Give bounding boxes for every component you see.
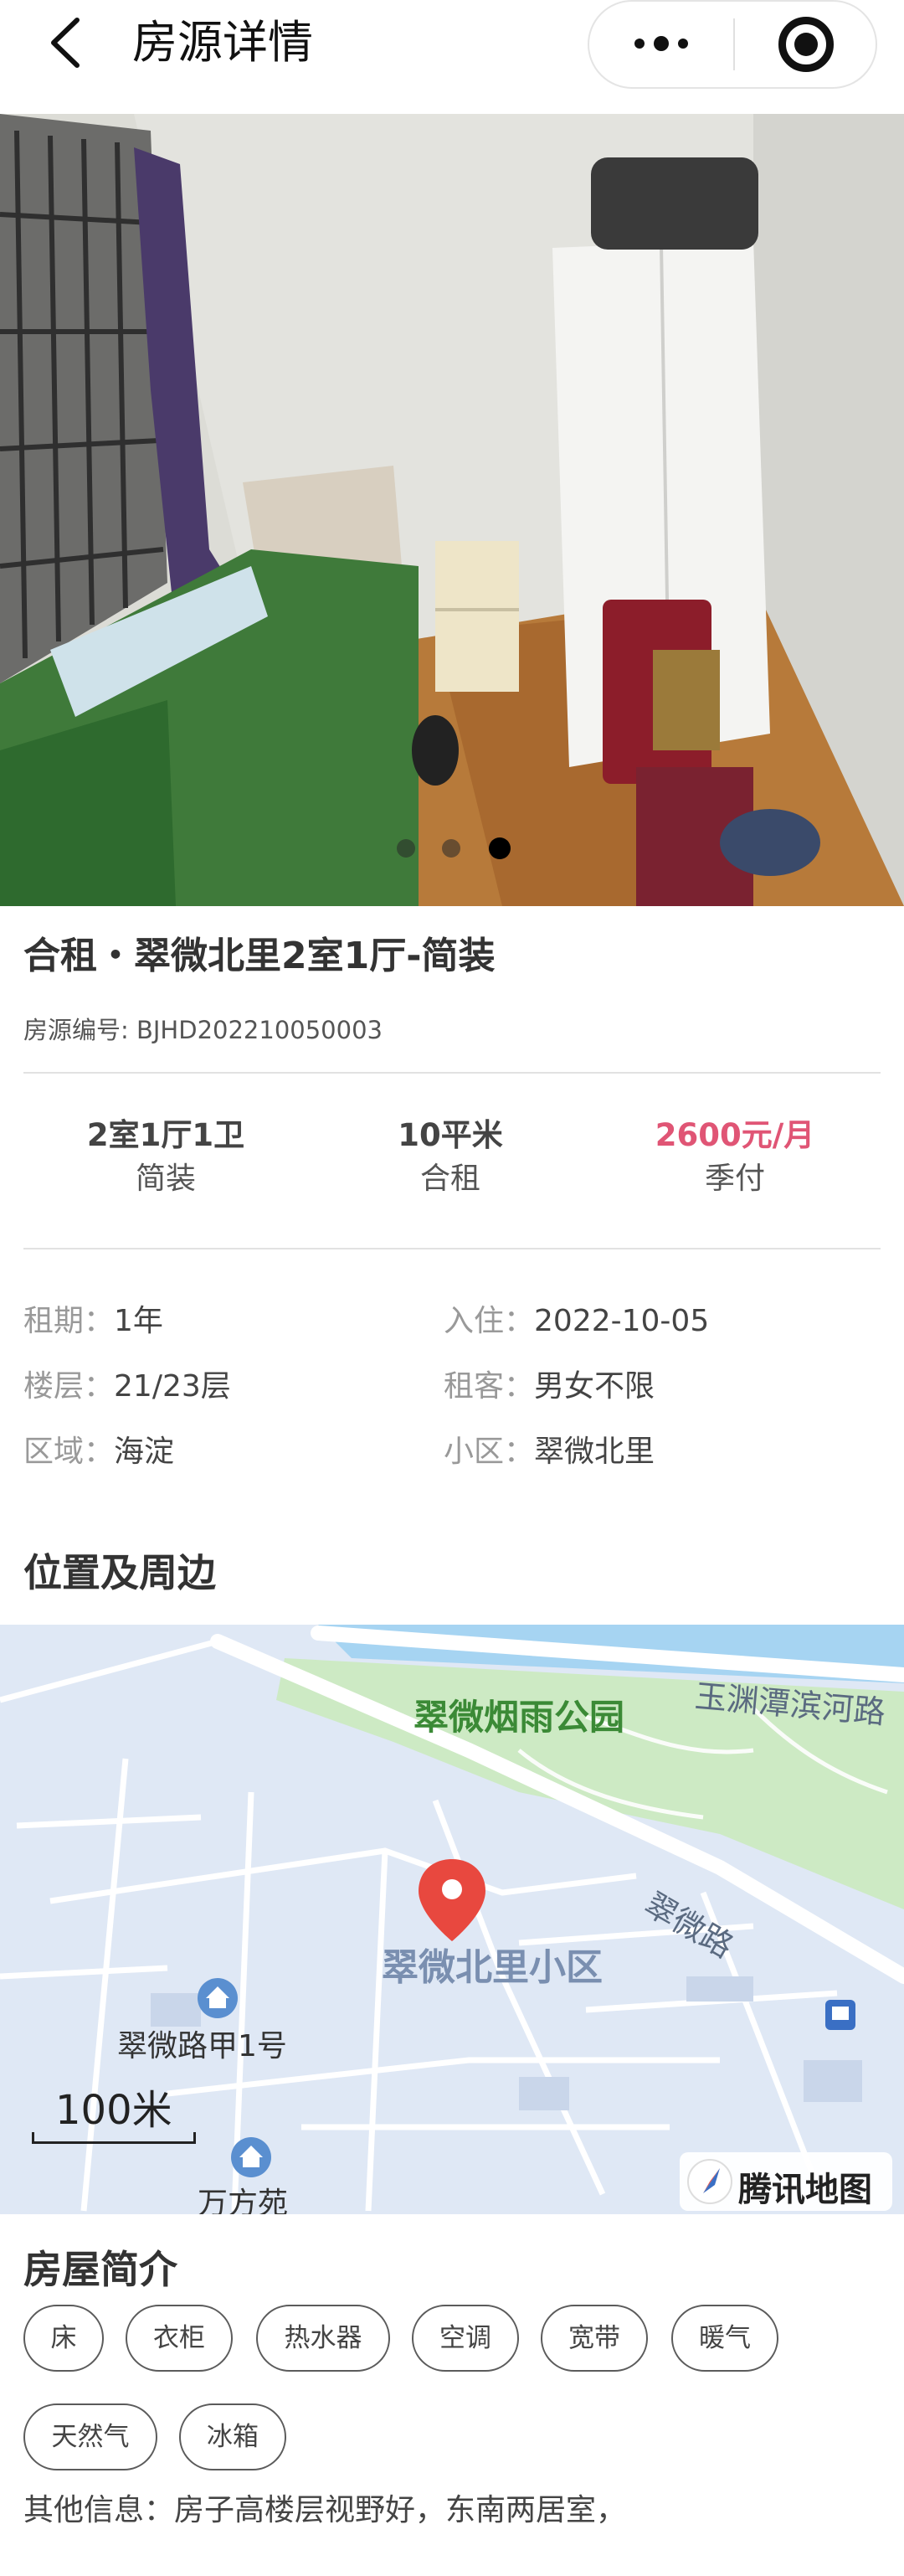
photo-carousel[interactable] [0,114,904,906]
miniprogram-capsule [588,0,877,89]
tag-water-heater[interactable]: 热水器 [256,2305,390,2372]
stat-layout: 2室1厅1卫 简装 [23,1114,308,1201]
chevron-left-icon [51,18,80,68]
page-title: 房源详情 [132,16,313,69]
detail-value: 海淀 [114,1435,175,1469]
detail-label: 租客： [444,1369,535,1404]
detail-value: 翠微北里 [534,1435,655,1469]
more-dots-icon [634,39,645,49]
detail-district: 区域：海淀 [23,1430,174,1474]
stat-price-sub: 季付 [704,1162,765,1196]
detail-label: 小区： [444,1435,535,1469]
close-miniprogram-button[interactable] [735,2,877,87]
stat-layout-value: 2室1厅1卫 [86,1117,245,1153]
poi-home-icon [231,2137,271,2177]
other-info: 其他信息：房子高楼层视野好，东南两居室， [23,2493,627,2527]
divider [23,1072,881,1074]
divider [23,1248,881,1249]
poi-home-icon [198,1978,238,2018]
map-label-poi-2: 万方苑 [198,2187,289,2215]
detail-value: 1年 [114,1304,163,1338]
listing-title: 合租・翠微北里2室1厅-简装 [23,935,496,977]
carousel-dot-3[interactable] [489,837,511,859]
more-dots-icon-center [654,36,669,51]
room-photo [0,114,904,906]
detail-value: 21/23层 [114,1369,231,1404]
carousel-indicators [0,836,904,861]
detail-label: 租期： [23,1304,115,1338]
target-close-icon-core [794,33,818,56]
detail-floor: 楼层：21/23层 [23,1365,231,1409]
stat-price: 2600元/月 季付 [593,1114,877,1201]
tag-fridge[interactable]: 冰箱 [179,2403,286,2470]
key-stats: 2室1厅1卫 简装 10平米 合租 2600元/月 季付 [0,1114,904,1206]
detail-value: 男女不限 [534,1369,655,1404]
map-logo-text: 腾讯地图 [738,2171,872,2209]
stat-area-value: 10平米 [398,1117,503,1153]
map-logo: 腾讯地图 [680,2152,892,2211]
listing-code: 房源编号: BJHD202210050003 [23,1016,383,1044]
location-map[interactable]: 翠微烟雨公园 玉渊潭滨河路 翠微路 翠微北里小区 翠微路甲1号 万方苑 100米… [0,1625,904,2214]
stat-area-sub: 合租 [419,1162,480,1196]
nav-bar: 房源详情 [0,0,904,114]
location-section-title: 位置及周边 [23,1550,216,1595]
map-label-park: 翠微烟雨公园 [413,1697,625,1738]
detail-lease-term: 租期：1年 [23,1300,163,1343]
stat-price-value: 2600元/月 [655,1117,815,1153]
more-menu-button[interactable] [589,2,733,87]
tag-heating[interactable]: 暖气 [671,2305,778,2372]
map-scale-bar [32,2132,196,2144]
map-scale-label: 100米 [55,2087,172,2134]
tag-broadband[interactable]: 宽带 [541,2305,648,2372]
tag-natural-gas[interactable]: 天然气 [23,2403,157,2470]
detail-community: 小区：翠微北里 [444,1430,655,1474]
detail-move-in: 入住：2022-10-05 [444,1300,709,1343]
tag-wardrobe[interactable]: 衣柜 [126,2305,233,2372]
compass-logo-icon [687,2159,732,2204]
detail-label: 楼层： [23,1369,115,1404]
stat-layout-sub: 简装 [135,1162,196,1196]
detail-tenant: 租客：男女不限 [444,1365,655,1409]
map-label-community: 翠微北里小区 [382,1946,603,1989]
tag-air-conditioner[interactable]: 空调 [412,2305,519,2372]
stat-area: 10平米 合租 [308,1114,593,1201]
more-dots-icon-right [678,39,688,49]
intro-section-title: 房屋简介 [23,2247,177,2292]
detail-value: 2022-10-05 [534,1304,710,1338]
carousel-dot-1[interactable] [397,839,415,858]
detail-label: 区域： [23,1435,115,1469]
carousel-dot-2[interactable] [442,839,460,858]
detail-label: 入住： [444,1304,535,1338]
tag-bed[interactable]: 床 [23,2305,104,2372]
back-button[interactable] [42,15,92,70]
map-label-poi-1: 翠微路甲1号 [117,2029,287,2063]
